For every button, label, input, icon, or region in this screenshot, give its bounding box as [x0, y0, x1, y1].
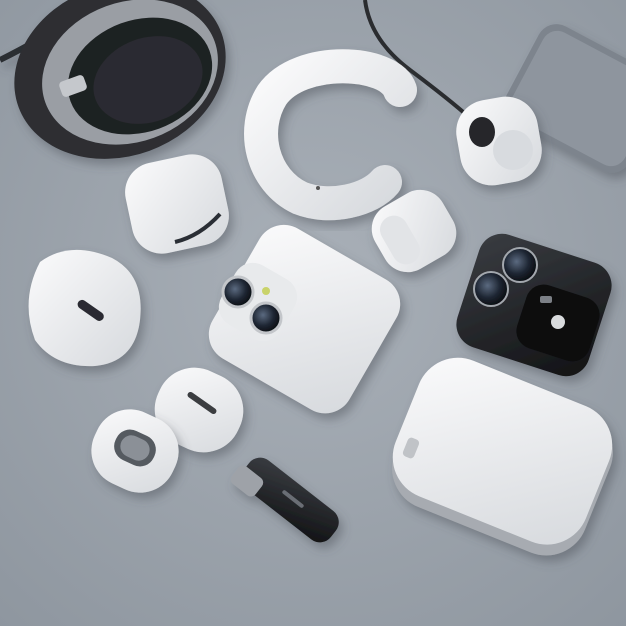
- product-flatlay-photo: [0, 0, 626, 626]
- case-icon: [28, 249, 141, 367]
